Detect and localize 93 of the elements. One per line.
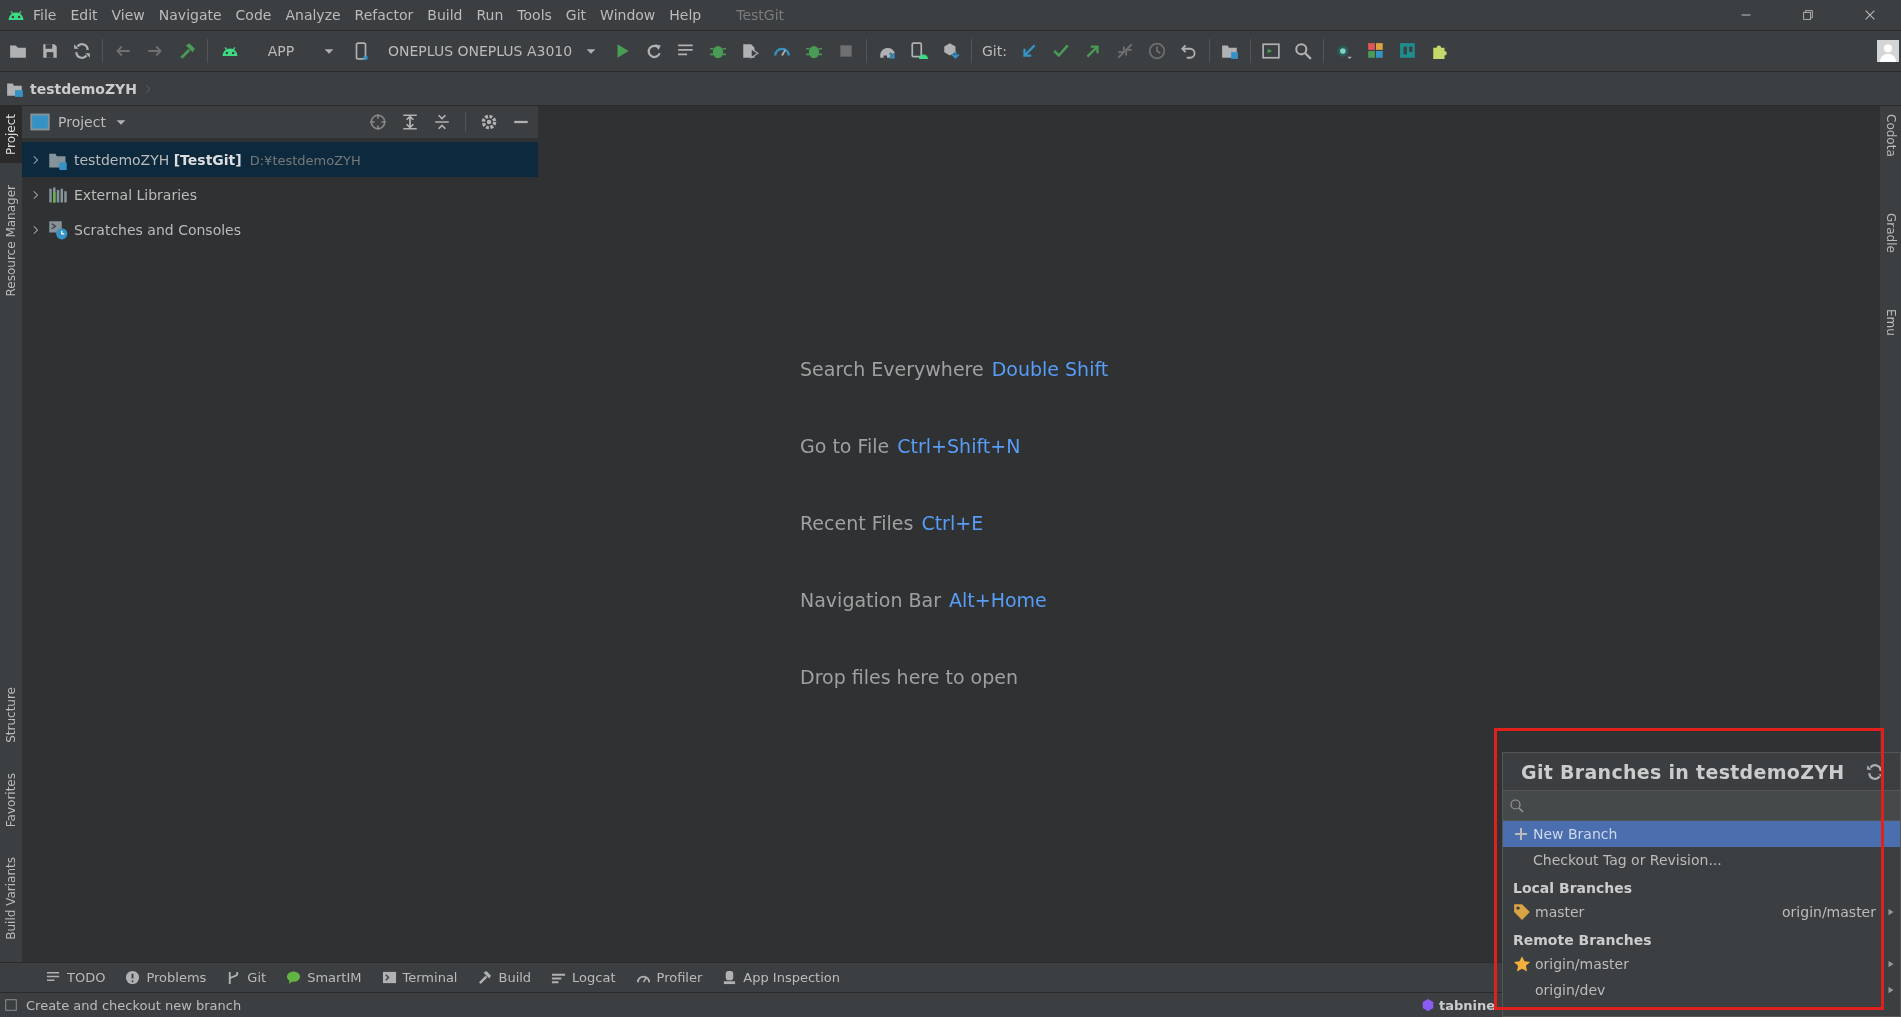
project-title: TestGit [736,7,784,23]
tree-item[interactable]: External Libraries [22,177,538,212]
tree-item[interactable]: Scratches and Consoles [22,212,538,247]
panel-window-icon[interactable] [30,112,50,132]
square-icon[interactable] [4,998,18,1012]
menu-item[interactable]: New Branch [1503,821,1900,847]
star-icon [1513,955,1531,973]
breadcrumb-item[interactable]: testdemoZYH [30,80,137,97]
tool-window-button[interactable]: Build [467,970,542,985]
branch-item[interactable]: origin/dev [1503,977,1900,1003]
tool-window-tab[interactable]: Build Variants [0,849,22,948]
tool-window-button[interactable]: Problems [115,970,217,985]
plugin-widget[interactable]: tabnine [1420,997,1495,1013]
expand-all-icon[interactable] [401,113,419,131]
menu-item[interactable]: View [104,7,152,23]
menu-item[interactable]: File [26,7,64,23]
tool-window-tab[interactable]: Resource Manager [0,177,22,305]
hint-text: Go to File [800,435,890,457]
hint-text: Drop files here to open [800,666,1018,688]
menu-item[interactable]: Analyze [278,7,348,23]
settings-icon[interactable] [480,113,498,131]
tool-window-button[interactable]: Terminal [371,970,468,985]
crosshair-icon[interactable] [369,113,387,131]
terminal-icon [381,970,397,985]
tag-icon [1513,903,1531,921]
tool-window-tab[interactable]: Emu [1880,300,1901,344]
tool-window-tab[interactable]: Gradle [1880,204,1901,261]
dot-icon[interactable] [1334,42,1353,60]
console-clock-icon [48,219,68,240]
shortcut-text: Double Shift [991,358,1109,380]
shortcut-text: Ctrl+Shift+N [897,435,1021,457]
tool-window-button[interactable]: Profiler [625,970,713,985]
section-heading: Remote Branches [1513,932,1652,948]
chat-bubble-icon [286,970,302,985]
rerun-icon[interactable] [645,42,663,60]
device-dropdown[interactable]: ONEPLUS ONEPLUS A3010 [344,42,606,60]
branch-item[interactable]: origin/master [1503,951,1900,977]
menu-item[interactable]: Code [228,7,279,23]
plus-icon [1513,826,1529,842]
hexagon-icon [1420,998,1435,1012]
open-folder-icon[interactable] [9,42,27,60]
hint-text: Recent Files [800,512,914,534]
restore-icon[interactable] [1801,8,1815,22]
popup-title: Git Branches in testdemoZYH [1521,760,1846,783]
shortcut-text: Alt+Home [949,589,1047,611]
tool-window-button[interactable]: Logcat [541,970,626,985]
status-message: Create and checkout new branch [26,997,242,1013]
tool-window-button[interactable]: App Inspection [712,970,850,985]
run-config-dropdown[interactable]: APP [212,41,344,61]
menu-item[interactable]: Git [558,7,594,23]
tool-window-tab[interactable]: Codota [1880,106,1901,165]
tool-window-tab[interactable]: Project [0,106,22,164]
search-field[interactable] [1503,791,1900,821]
tool-window-button[interactable]: Git [216,970,277,985]
hammer-icon [477,970,493,985]
close-icon[interactable] [1863,8,1877,22]
warning-circle-icon [125,970,141,985]
tree-item[interactable]: testdemoZYH [TestGit] D:¥testdemoZYH [22,142,538,177]
search-icon [1509,797,1525,814]
menu-item[interactable]: Window [593,7,663,23]
collapse-all-icon[interactable] [433,113,451,131]
menu-item[interactable]: Checkout Tag or Revision... [1503,847,1900,873]
tool-window-tab[interactable]: Favorites [0,765,22,836]
menu-item[interactable]: Help [662,7,709,23]
shortcut-text: Ctrl+E [921,512,984,534]
tool-window-button[interactable]: SmartIM [276,970,372,985]
git-label: Git: [981,43,1008,59]
hammer-icon[interactable] [178,42,196,60]
tiles-icon[interactable] [1366,42,1385,60]
menu-item[interactable]: Run [469,7,511,23]
branch-item[interactable]: master origin/master [1503,899,1900,925]
hint-text: Search Everywhere [800,358,984,380]
commit-check-icon[interactable] [1051,42,1070,60]
cube-download-icon[interactable] [942,42,960,60]
search-icon[interactable] [1293,42,1312,60]
sync-icon[interactable] [73,42,91,60]
menu-item[interactable]: Navigate [151,7,229,23]
tool-window-tab[interactable]: Structure [0,679,22,751]
undo-icon[interactable] [1179,42,1198,60]
section-heading: Local Branches [1513,880,1633,896]
refresh-icon[interactable] [1866,762,1884,781]
menu-item[interactable]: Edit [63,7,105,23]
folder-structure-icon[interactable] [1220,42,1239,60]
tool-window-button[interactable]: TODO [36,970,116,985]
hint-text: Navigation Bar [800,589,941,611]
menu-item[interactable]: Build [420,7,470,23]
inspector-icon [722,970,738,985]
save-icon[interactable] [41,42,59,60]
device-android-icon[interactable] [910,42,928,60]
terminal-icon[interactable] [1261,42,1280,60]
panel-title[interactable]: Project [58,114,106,130]
menu-item[interactable]: Tools [510,7,559,23]
menu-item[interactable]: Refactor [347,7,421,23]
